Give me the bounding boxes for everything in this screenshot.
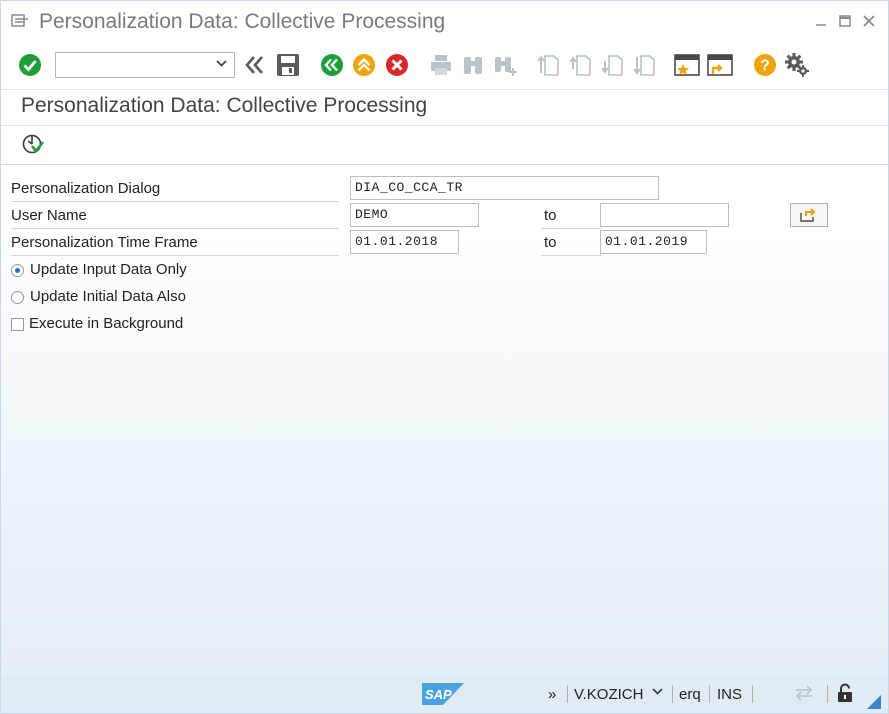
last-page-icon <box>632 52 658 78</box>
dialog-field[interactable]: DIA_CO_CCA_TR <box>350 176 659 200</box>
update-initial-radio[interactable] <box>11 290 24 304</box>
time-frame-to-field[interactable]: 01.01.2019 <box>600 230 707 254</box>
status-bar: SAP » V.KOZICH erq INS <box>1 675 888 713</box>
update-input-option[interactable]: Update Input Data Only <box>11 259 187 281</box>
find-next-icon <box>492 52 518 78</box>
next-page-icon <box>600 52 626 78</box>
help-icon[interactable]: ? <box>752 52 778 78</box>
save-icon[interactable] <box>275 52 301 78</box>
svg-text:?: ? <box>760 58 770 75</box>
resize-grip-icon[interactable] <box>867 695 881 709</box>
statusbar-expand-icon[interactable]: » <box>548 685 556 705</box>
divider <box>1 125 888 126</box>
window-title: Personalization Data: Collective Process… <box>39 10 446 33</box>
title-bar: Personalization Data: Collective Process… <box>1 1 888 43</box>
cancel-icon[interactable] <box>384 52 410 78</box>
divider <box>672 685 673 703</box>
user-name-from-field[interactable]: DEMO <box>350 203 479 227</box>
exit-icon[interactable] <box>351 52 377 78</box>
update-initial-label: Update Initial Data Also <box>30 288 186 305</box>
chevron-down-icon[interactable] <box>216 58 227 72</box>
lock-icon[interactable] <box>836 683 854 703</box>
time-frame-from-field[interactable]: 01.01.2018 <box>350 230 459 254</box>
statusbar-user-dropdown-icon[interactable] <box>652 683 663 703</box>
sap-window: Personalization Data: Collective Process… <box>0 0 889 714</box>
statusbar-system: erq <box>679 686 701 703</box>
minimize-icon[interactable] <box>813 13 829 29</box>
selection-screen: Personalization Dialog DIA_CO_CCA_TR Use… <box>1 165 888 675</box>
create-session-icon[interactable] <box>674 52 700 78</box>
settings-icon[interactable] <box>784 52 810 78</box>
find-icon <box>460 52 486 78</box>
first-page-icon <box>536 52 562 78</box>
menu-icon[interactable] <box>11 13 29 29</box>
print-icon <box>428 52 454 78</box>
multiple-selection-button[interactable] <box>790 203 828 227</box>
enter-icon[interactable] <box>17 52 43 78</box>
update-input-label: Update Input Data Only <box>30 261 187 278</box>
close-icon[interactable] <box>861 13 877 29</box>
divider <box>827 685 828 703</box>
svg-text:SAP: SAP <box>425 687 452 702</box>
divider <box>709 685 710 703</box>
statusbar-mode[interactable]: INS <box>717 685 742 705</box>
previous-page-icon <box>568 52 594 78</box>
dialog-label: Personalization Dialog <box>11 177 339 202</box>
page-title: Personalization Data: Collective Process… <box>21 94 428 117</box>
back-icon[interactable] <box>319 52 345 78</box>
shortcut-icon[interactable] <box>707 52 733 78</box>
maximize-icon[interactable] <box>837 13 853 29</box>
sap-logo: SAP <box>422 683 464 705</box>
update-input-radio[interactable] <box>11 263 24 277</box>
divider <box>752 685 753 703</box>
divider <box>567 685 568 703</box>
execute-background-label: Execute in Background <box>29 315 184 332</box>
execute-background-checkbox[interactable] <box>11 317 24 331</box>
command-expand-icon[interactable] <box>242 52 268 78</box>
execute-icon[interactable] <box>21 133 45 157</box>
command-field[interactable] <box>55 52 235 78</box>
user-name-to-field[interactable] <box>600 203 729 227</box>
user-name-to-label: to <box>541 204 602 229</box>
transfer-icon <box>793 684 815 704</box>
time-frame-label: Personalization Time Frame <box>11 231 339 256</box>
user-name-label: User Name <box>11 204 339 229</box>
statusbar-user: V.KOZICH <box>574 686 644 703</box>
execute-background-option[interactable]: Execute in Background <box>11 313 183 335</box>
standard-toolbar: ? <box>1 43 888 90</box>
command-input[interactable] <box>60 54 214 78</box>
update-initial-option[interactable]: Update Initial Data Also <box>11 286 186 308</box>
time-frame-to-label: to <box>541 231 602 256</box>
